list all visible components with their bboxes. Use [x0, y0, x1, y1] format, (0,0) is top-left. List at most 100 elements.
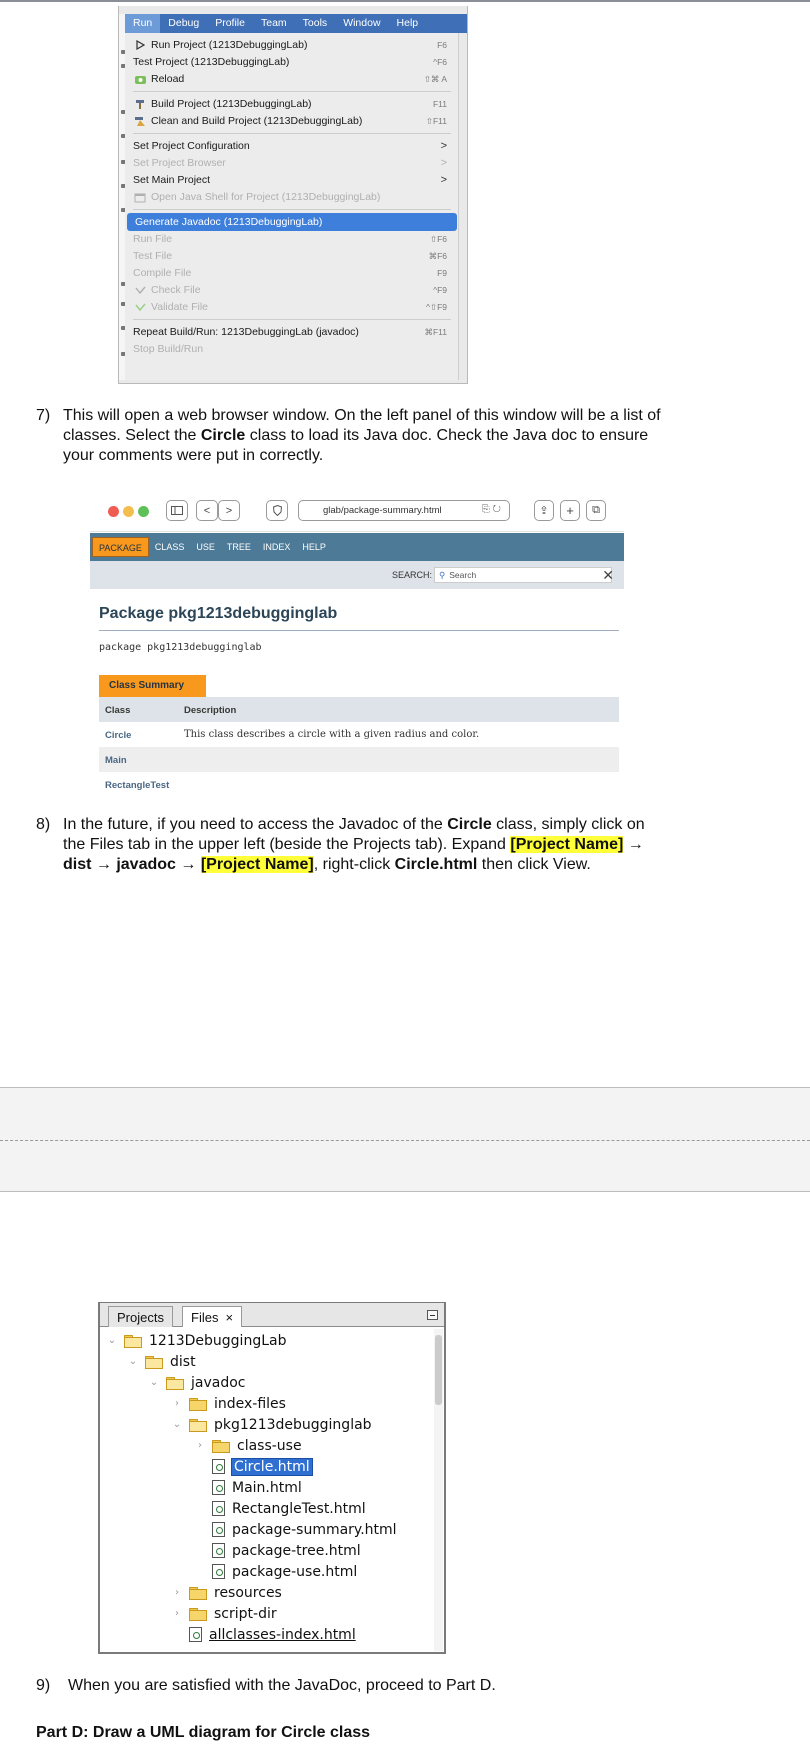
menu-tools[interactable]: Tools — [295, 14, 336, 33]
tree-item-allclasses-index[interactable]: allclasses-index.html — [189, 1624, 356, 1645]
menu-help[interactable]: Help — [389, 14, 427, 33]
menu-item-open-java-shell: Open Java Shell for Project (1213Debuggi… — [125, 188, 459, 206]
nav-class[interactable]: CLASS — [149, 533, 191, 561]
menu-separator — [133, 319, 451, 320]
menu-item-run-file: Run File ⇧F6 — [133, 233, 447, 245]
menu-item-repeat-build[interactable]: Repeat Build/Run: 1213DebuggingLab (java… — [125, 323, 459, 341]
tree-item-package-use-html[interactable]: package-use.html — [212, 1561, 357, 1582]
html-file-icon — [212, 1480, 225, 1495]
page-break-dashed-line — [0, 1140, 810, 1141]
tree-item-script-dir[interactable]: › script-dir — [171, 1603, 277, 1624]
new-tab-icon[interactable]: + — [560, 500, 580, 521]
tree-item-index-files[interactable]: › index-files — [171, 1393, 286, 1414]
forward-icon[interactable]: > — [218, 500, 240, 521]
tree-item-resources[interactable]: › resources — [171, 1582, 282, 1603]
class-link-circle[interactable]: Circle — [105, 730, 131, 741]
tree-item-class-use[interactable]: › class-use — [194, 1435, 302, 1456]
clear-search-icon[interactable]: ✕ — [602, 567, 614, 584]
chevron-down-icon[interactable]: ⌄ — [127, 1356, 139, 1367]
folder-icon — [189, 1586, 207, 1600]
chevron-right-icon[interactable]: › — [171, 1608, 183, 1619]
menu-profile[interactable]: Profile — [207, 14, 253, 33]
chevron-down-icon[interactable]: ⌄ — [148, 1377, 160, 1388]
submenu-arrow-icon: > — [440, 174, 447, 186]
menu-team[interactable]: Team — [253, 14, 295, 33]
nav-package[interactable]: PACKAGE — [92, 537, 149, 557]
nav-tree[interactable]: TREE — [221, 533, 257, 561]
chevron-right-icon[interactable]: › — [194, 1440, 206, 1451]
shield-icon[interactable] — [266, 500, 288, 521]
close-window-icon[interactable] — [108, 506, 119, 517]
share-icon[interactable]: ⇪ — [534, 500, 554, 521]
chevron-down-icon[interactable]: ⌄ — [171, 1419, 183, 1430]
tree-item-circle-html[interactable]: Circle.html — [212, 1456, 313, 1477]
menu-item-run-project[interactable]: Run Project (1213DebuggingLab) F6 — [125, 36, 459, 54]
close-tab-icon[interactable]: × — [225, 1310, 233, 1325]
files-panel-screenshot: Projects Files × ⌄ 1213DebuggingLab ⌄ dist … — [98, 1302, 446, 1654]
menu-window[interactable]: Window — [335, 14, 388, 33]
menu-item-test-project[interactable]: Test Project (1213DebuggingLab) ^F6 — [125, 53, 459, 71]
browser-toolbar: < > glab/package-summary.html ⎘ ↻ ⇪ + ⧉ — [90, 490, 624, 532]
search-row: SEARCH: ⚲ Search ✕ — [90, 561, 624, 589]
table-header-row: Class Description — [99, 697, 619, 722]
menu-item-clean-build[interactable]: Clean and Build Project (1213DebuggingLa… — [125, 112, 459, 130]
table-row: Main — [99, 747, 619, 772]
submenu-arrow-icon: > — [440, 140, 447, 152]
menu-item-generate-javadoc[interactable]: Generate Javadoc (1213DebuggingLab) — [127, 213, 457, 231]
tree-item-dist[interactable]: ⌄ dist — [127, 1351, 196, 1372]
search-input[interactable]: ⚲ Search — [434, 567, 612, 583]
chevron-down-icon[interactable]: ⌄ — [106, 1335, 118, 1346]
step-9: 9) When you are satisfied with the JavaD… — [36, 1677, 496, 1694]
javadoc-nav-bar: PACKAGE CLASS USE TREE INDEX HELP — [90, 533, 624, 561]
translate-reload-icon[interactable]: ⎘ ↻ — [482, 504, 501, 515]
hammer-icon — [133, 98, 147, 110]
chevron-right-icon[interactable]: › — [171, 1587, 183, 1598]
menu-item-set-project-config[interactable]: Set Project Configuration > — [125, 137, 459, 155]
tree-item-package-summary-html[interactable]: package-summary.html — [212, 1519, 397, 1540]
menu-item-stop-build: Stop Build/Run — [133, 343, 204, 355]
folder-icon — [189, 1607, 207, 1621]
tree-item-rectangletest-html[interactable]: RectangleTest.html — [212, 1498, 366, 1519]
package-declaration: package pkg1213debugginglab — [99, 642, 262, 653]
tree-item-package[interactable]: ⌄ pkg1213debugginglab — [171, 1414, 372, 1435]
sidebar-toggle-icon[interactable] — [166, 500, 188, 521]
nav-use[interactable]: USE — [190, 533, 221, 561]
minimize-window-icon[interactable] — [123, 506, 134, 517]
panel-tabs: Projects Files × — [100, 1303, 444, 1327]
zoom-window-icon[interactable] — [138, 506, 149, 517]
step-7: 7) This will open a web browser window. … — [36, 407, 661, 464]
folder-icon — [212, 1439, 230, 1453]
minimize-panel-icon[interactable] — [427, 1310, 438, 1320]
menu-item-reload[interactable]: Reload ⇧⌘ A — [125, 70, 459, 88]
class-summary-tab[interactable]: Class Summary — [99, 675, 206, 697]
tab-files[interactable]: Files × — [182, 1306, 243, 1327]
folder-icon — [189, 1397, 207, 1411]
tab-projects[interactable]: Projects — [108, 1306, 173, 1327]
tree-item-javadoc[interactable]: ⌄ javadoc — [148, 1372, 246, 1393]
search-icon: ⚲ — [439, 569, 446, 580]
run-menu-dropdown: Run Project (1213DebuggingLab) F6 Test P… — [125, 33, 459, 380]
nav-help[interactable]: HELP — [296, 533, 332, 561]
menu-run[interactable]: Run — [125, 14, 161, 33]
submenu-arrow-icon: > — [440, 157, 447, 169]
scrollbar-thumb[interactable] — [435, 1335, 442, 1405]
nav-index[interactable]: INDEX — [257, 533, 297, 561]
class-summary-table: Class Description Circle This class desc… — [99, 697, 619, 797]
tab-overview-icon[interactable]: ⧉ — [586, 500, 606, 521]
tree-item-main-html[interactable]: Main.html — [212, 1477, 302, 1498]
title-divider — [99, 630, 619, 631]
java-shell-icon — [133, 191, 147, 203]
chevron-right-icon[interactable]: › — [171, 1398, 183, 1409]
tree-item-project-root[interactable]: ⌄ 1213DebuggingLab — [106, 1330, 287, 1351]
address-bar[interactable]: glab/package-summary.html ⎘ ↻ — [298, 500, 510, 521]
back-icon[interactable]: < — [196, 500, 218, 521]
class-link-main[interactable]: Main — [105, 755, 127, 766]
menu-item-set-main-project[interactable]: Set Main Project > — [125, 171, 459, 189]
tree-item-package-tree-html[interactable]: package-tree.html — [212, 1540, 361, 1561]
run-menu-screenshot: Run Debug Profile Team Tools Window Help… — [118, 6, 468, 384]
menu-item-build-project[interactable]: Build Project (1213DebuggingLab) F11 — [125, 95, 459, 113]
menu-debug[interactable]: Debug — [160, 14, 207, 33]
folder-icon — [124, 1334, 142, 1348]
javadoc-browser-screenshot: < > glab/package-summary.html ⎘ ↻ ⇪ + ⧉ … — [90, 490, 624, 802]
class-link-rectangletest[interactable]: RectangleTest — [105, 780, 169, 791]
